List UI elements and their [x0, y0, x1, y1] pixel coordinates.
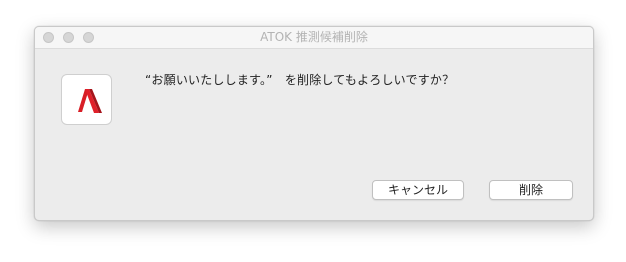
dialog-window: ATOK 推測候補削除 “お願いいたしします。” を削除してもよろしいですか？ …	[34, 26, 594, 221]
delete-button[interactable]: 削除	[489, 180, 573, 200]
title-bar: ATOK 推測候補削除	[35, 27, 593, 49]
confirmation-message: “お願いいたしします。” を削除してもよろしいですか？	[145, 73, 455, 87]
atok-logo-icon	[78, 89, 102, 113]
window-title: ATOK 推測候補削除	[260, 30, 368, 44]
cancel-button[interactable]: キャンセル	[372, 180, 464, 200]
atok-icon	[61, 74, 112, 125]
